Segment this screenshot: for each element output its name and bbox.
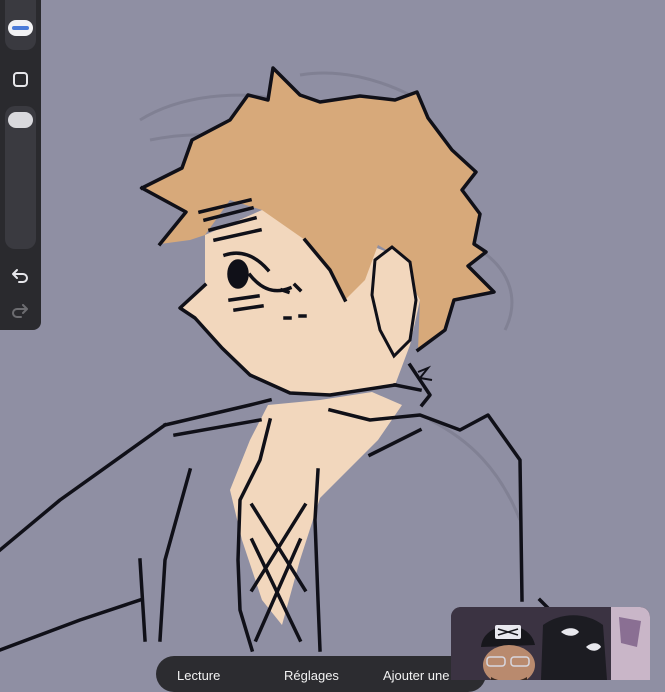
color-square-button[interactable] <box>10 69 30 89</box>
opacity-knob[interactable] <box>8 112 33 128</box>
brush-size-knob[interactable] <box>8 20 33 36</box>
redo-button[interactable] <box>9 300 31 322</box>
undo-button[interactable] <box>9 265 31 287</box>
menu-item-lecture[interactable]: Lecture <box>177 668 220 683</box>
brush-size-slider[interactable] <box>5 0 36 50</box>
redo-icon <box>12 304 28 318</box>
bottom-menu-bar: Lecture Réglages Ajouter une <box>156 656 486 692</box>
undo-icon <box>12 269 28 283</box>
menu-item-ajouter[interactable]: Ajouter une <box>383 668 450 683</box>
drawing-canvas[interactable] <box>0 0 665 680</box>
opacity-slider[interactable] <box>5 106 36 249</box>
square-icon <box>12 71 28 87</box>
tool-sidebar <box>0 0 41 330</box>
menu-item-reglages[interactable]: Réglages <box>284 668 339 683</box>
webcam-overlay <box>451 607 650 680</box>
